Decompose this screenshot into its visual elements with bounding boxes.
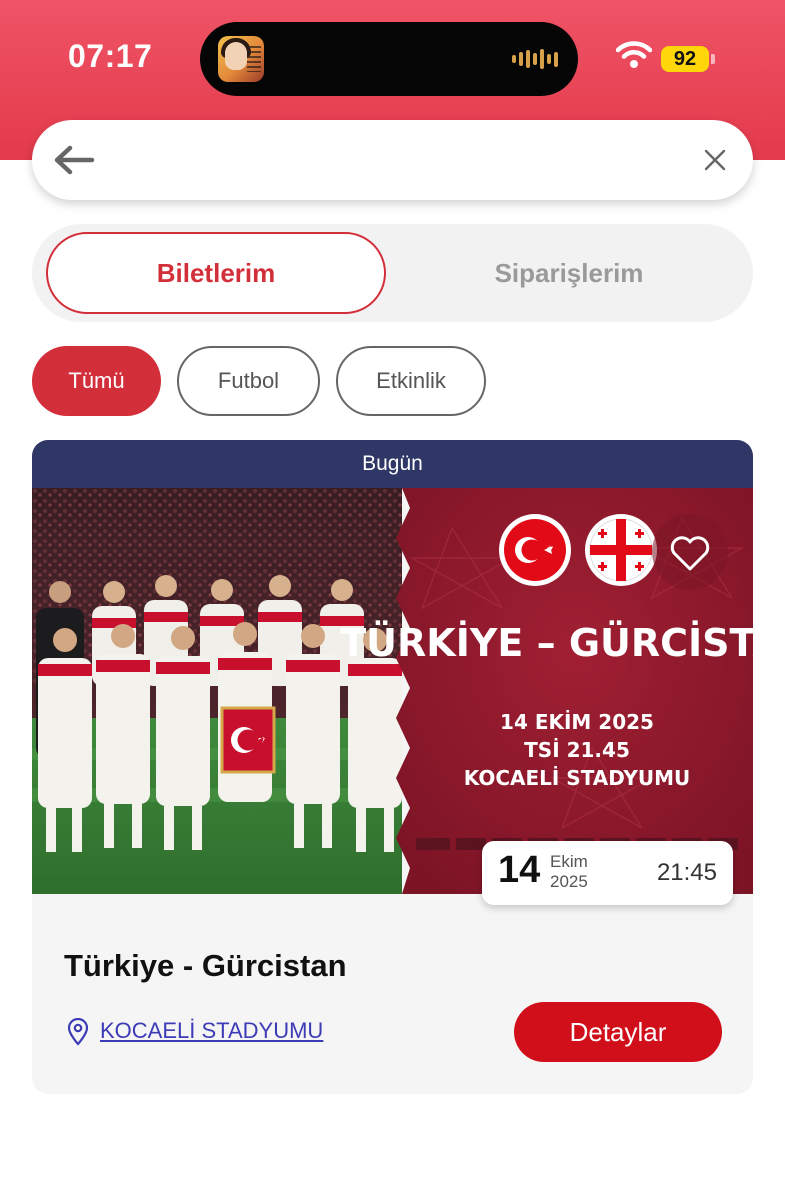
event-month: Ekim (550, 852, 588, 871)
details-button[interactable]: Detaylar (514, 1002, 722, 1062)
status-time: 07:17 (68, 38, 153, 74)
ticket-card[interactable]: Bugün TÜRKİYE – GÜRCİST 14 EKİM 2025 TSİ… (32, 440, 753, 1094)
tickets-orders-segmented-control: Biletlerim Siparişlerim (32, 224, 753, 322)
venue-link[interactable]: KOCAELİ STADYUMU (100, 1018, 323, 1044)
event-title: Türkiye - Gürcistan (64, 948, 347, 983)
close-icon[interactable] (701, 146, 729, 174)
today-badge: Bugün (32, 440, 753, 488)
poster-date: 14 EKİM 2025 (500, 710, 654, 734)
wifi-icon (616, 41, 652, 68)
event-poster-image[interactable]: TÜRKİYE – GÜRCİSTAN 14 EKİM 2025 TSİ 21.… (32, 488, 753, 894)
filter-chip-football[interactable]: Futbol (177, 346, 320, 416)
tab-siparislerim[interactable]: Siparişlerim (399, 232, 739, 314)
event-date-chip: 14 Ekim 2025 21:45 (482, 841, 733, 905)
battery-indicator: 92 (661, 46, 709, 72)
poster-time: TSİ 21.45 (524, 738, 630, 762)
poster-venue: KOCAELİ STADYUMU (464, 766, 691, 790)
audio-waveform-icon (512, 49, 558, 69)
dynamic-island[interactable] (200, 22, 578, 96)
search-bar[interactable] (32, 120, 753, 200)
event-year: 2025 (550, 872, 588, 891)
event-day: 14 (498, 849, 541, 891)
battery-cap (711, 54, 715, 64)
back-arrow-icon[interactable] (52, 142, 96, 178)
location-pin-icon (67, 1018, 89, 1046)
filter-chip-event[interactable]: Etkinlik (336, 346, 486, 416)
filter-chip-all[interactable]: Tümü (32, 346, 161, 416)
event-time: 21:45 (656, 859, 717, 886)
tab-biletlerim[interactable]: Biletlerim (46, 232, 386, 314)
now-playing-artwork[interactable] (218, 36, 264, 82)
poster-title: TÜRKİYE – GÜRCİSTAN (340, 621, 753, 665)
